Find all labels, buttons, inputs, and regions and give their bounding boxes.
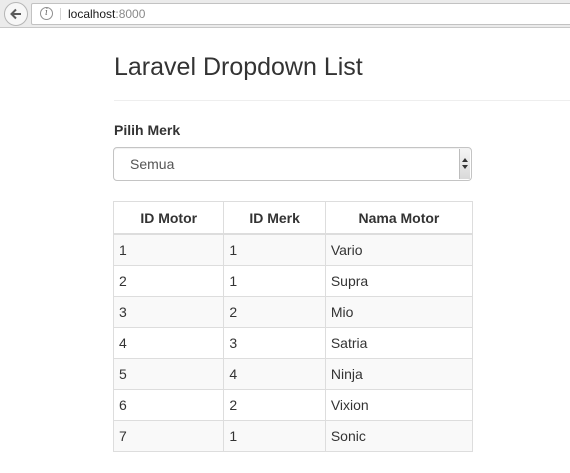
url-port: :8000: [115, 7, 146, 21]
cell-nama-motor: Ninja: [324, 358, 474, 390]
address-bar-separator: [60, 8, 61, 20]
url-text[interactable]: localhost:8000: [68, 7, 145, 21]
table-row: 6 2 Vixion: [112, 389, 474, 421]
chevron-up-icon: [462, 158, 468, 162]
page-title: Laravel Dropdown List: [114, 53, 363, 81]
table-row: 4 3 Satria: [112, 327, 474, 359]
cell-id-merk: 2: [223, 389, 326, 421]
cell-id-merk: 3: [223, 327, 326, 359]
cell-id-motor: 7: [112, 420, 225, 452]
cell-id-motor: 2: [112, 265, 225, 297]
merk-select-label: Pilih Merk: [114, 122, 181, 138]
cell-id-motor: 1: [112, 233, 225, 266]
cell-id-merk: 1: [223, 233, 326, 266]
cell-nama-motor: Supra: [324, 265, 474, 297]
table-row: 1 1 Vario: [112, 233, 474, 266]
merk-select[interactable]: Semua: [113, 147, 472, 181]
table-row: 3 2 Mio: [112, 296, 474, 328]
browser-toolbar: i localhost:8000: [0, 0, 570, 28]
table-row: 7 1 Sonic: [112, 420, 474, 452]
cell-id-merk: 4: [223, 358, 326, 390]
header-nama-motor: Nama Motor: [324, 201, 474, 235]
table-row: 5 4 Ninja: [112, 358, 474, 390]
cell-nama-motor: Vario: [324, 233, 474, 266]
cell-nama-motor: Mio: [324, 296, 474, 328]
cell-id-merk: 1: [223, 265, 326, 297]
url-host: localhost: [68, 7, 116, 21]
cell-nama-motor: Sonic: [324, 420, 474, 452]
header-id-merk: ID Merk: [223, 201, 326, 235]
header-id-motor: ID Motor: [112, 201, 225, 235]
chevron-down-icon: [462, 165, 468, 169]
cell-id-merk: 1: [223, 420, 326, 452]
cell-id-motor: 4: [112, 327, 225, 359]
cell-id-motor: 3: [112, 296, 225, 328]
back-button[interactable]: [4, 2, 28, 26]
header-divider: [114, 100, 570, 101]
cell-nama-motor: Vixion: [324, 389, 474, 421]
table-header-row: ID Motor ID Merk Nama Motor: [112, 201, 474, 235]
merk-select-value: Semua: [130, 156, 175, 172]
table-row: 2 1 Supra: [112, 265, 474, 297]
cell-id-merk: 2: [223, 296, 326, 328]
back-arrow-icon: [10, 8, 21, 20]
cell-nama-motor: Satria: [324, 327, 474, 359]
info-icon[interactable]: i: [40, 7, 53, 20]
select-spinner-icon[interactable]: [459, 149, 470, 179]
cell-id-motor: 6: [112, 389, 225, 421]
cell-id-motor: 5: [112, 358, 225, 390]
motor-table: ID Motor ID Merk Nama Motor 1 1 Vario 2 …: [112, 201, 474, 452]
address-bar[interactable]: i localhost:8000: [31, 3, 570, 25]
